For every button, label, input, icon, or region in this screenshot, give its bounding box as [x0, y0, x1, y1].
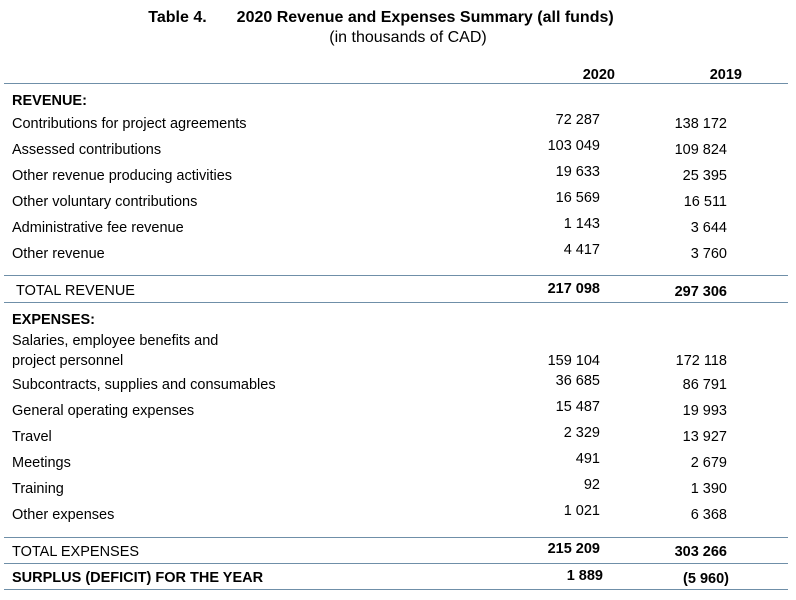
- total-expenses-label: TOTAL EXPENSES: [12, 544, 140, 560]
- revenue-row-2019: 138 172: [674, 116, 727, 132]
- expense-row-2020: 159 104: [547, 353, 600, 369]
- revenue-row-label: Administrative fee revenue: [12, 220, 184, 236]
- expense-row-label: Meetings: [12, 455, 71, 471]
- expense-row-2020: 1 021: [563, 503, 600, 519]
- revenue-row-2020: 1 143: [563, 216, 600, 232]
- expense-row-2020: 36 685: [555, 373, 600, 389]
- total-revenue-2019: 297 306: [674, 284, 727, 300]
- expense-row-label: Travel: [12, 429, 52, 445]
- expense-row-2019: 2 679: [690, 455, 727, 471]
- expense-row-2020: 491: [575, 451, 600, 467]
- expense-row-2020: 15 487: [555, 399, 600, 415]
- revenue-row-2019: 3 644: [690, 220, 727, 236]
- total-expenses-bottom-rule: [4, 563, 788, 564]
- expense-row-2019: 172 118: [675, 353, 727, 369]
- expense-row-2019: 1 390: [690, 481, 727, 497]
- surplus-bottom-rule: [4, 589, 788, 590]
- revenue-row-2020: 16 569: [555, 190, 600, 206]
- revenue-row-label: Other revenue producing activities: [12, 168, 233, 184]
- revenue-row-2020: 103 049: [547, 138, 600, 154]
- surplus-label: SURPLUS (DEFICIT) FOR THE YEAR: [12, 570, 264, 586]
- revenue-row-2019: 3 760: [690, 246, 727, 262]
- revenue-row-label: Other voluntary contributions: [12, 194, 198, 210]
- revenue-heading: REVENUE:: [12, 93, 87, 109]
- revenue-row-label: Contributions for project agreements: [12, 116, 247, 132]
- expense-row-2020: 92: [583, 477, 600, 493]
- expense-row-2020: 2 329: [563, 425, 600, 441]
- expense-row-label: project personnel: [12, 353, 124, 369]
- revenue-row-2020: 4 417: [563, 242, 600, 258]
- revenue-row-label: Assessed contributions: [12, 142, 162, 158]
- table-subtitle: (in thousands of CAD): [329, 29, 487, 46]
- surplus-2019: (5 960): [683, 571, 729, 587]
- column-header-2020: 2020: [582, 67, 615, 83]
- expense-row-label: Training: [12, 481, 64, 497]
- total-revenue-top-rule: [4, 275, 788, 276]
- total-revenue-bottom-rule: [4, 302, 788, 303]
- revenue-row-2020: 72 287: [555, 112, 600, 128]
- expense-row-2019: 86 791: [682, 377, 727, 393]
- total-expenses-2020: 215 209: [547, 541, 600, 557]
- expense-row-label: Subcontracts, supplies and consumables: [12, 377, 276, 393]
- expense-row-2019: 13 927: [682, 429, 727, 445]
- column-header-2019: 2019: [709, 67, 742, 83]
- expense-row-label-line1: Salaries, employee benefits and: [12, 333, 219, 349]
- total-expenses-top-rule: [4, 537, 788, 538]
- expense-row-label: Other expenses: [12, 507, 115, 523]
- expense-row-2019: 6 368: [690, 507, 727, 523]
- table-title-text: 2020 Revenue and Expenses Summary (all f…: [236, 9, 614, 26]
- revenue-row-2020: 19 633: [555, 164, 600, 180]
- total-revenue-2020: 217 098: [547, 281, 600, 297]
- expense-row-label: General operating expenses: [12, 403, 195, 419]
- revenue-row-2019: 109 824: [674, 142, 727, 158]
- expense-row-2019: 19 993: [682, 403, 727, 419]
- total-revenue-label: TOTAL REVENUE: [16, 283, 135, 299]
- revenue-row-2019: 16 511: [683, 194, 727, 210]
- table-title: Table 4. 2020 Revenue and Expenses Summar…: [0, 8, 796, 28]
- surplus-2020: 1 889: [566, 568, 603, 584]
- revenue-row-2019: 25 395: [682, 168, 727, 184]
- table-number: Table 4.: [148, 9, 207, 26]
- revenue-row-label: Other revenue: [12, 246, 105, 262]
- header-top-rule: [4, 83, 788, 84]
- expenses-heading: EXPENSES:: [12, 312, 95, 328]
- total-expenses-2019: 303 266: [674, 544, 727, 560]
